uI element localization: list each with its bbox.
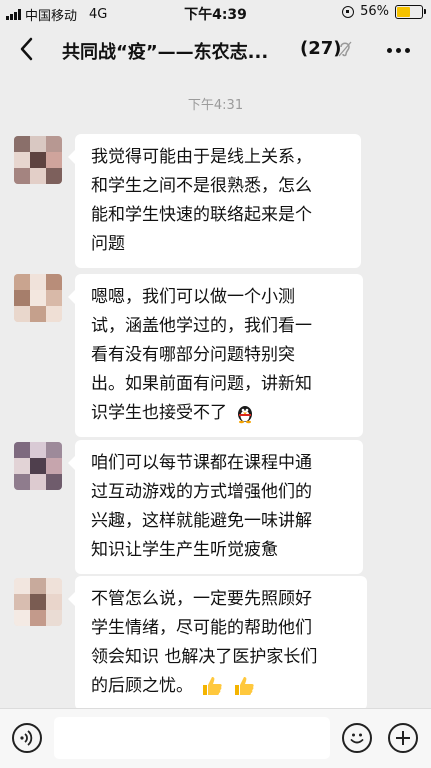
ear-mute-icon — [338, 41, 352, 57]
message-bubble[interactable]: 不管怎么说，一定要先照顾好 学生情绪，尽可能的帮助他们 领会知识 也解决了医护家… — [68, 576, 367, 710]
message-line: 领会知识 也解决了医护家长们 — [91, 647, 318, 667]
message-line: 嗯嗯，我们可以做一个小测 — [91, 287, 295, 307]
message-line: 学生情绪，尽可能的帮助他们 — [91, 618, 312, 638]
rotation-lock-icon — [342, 5, 355, 18]
message-line: 看有没有哪部分问题特别突 — [91, 345, 295, 365]
more-button[interactable] — [387, 38, 413, 62]
avatar[interactable] — [14, 442, 62, 490]
chat-title: 共同战“疫”——东农志... — [62, 42, 269, 63]
penguin-emoji — [238, 406, 253, 424]
chat-timestamp: 下午4:31 — [187, 98, 244, 113]
more-dots-icon — [387, 47, 392, 53]
chevron-left-icon — [20, 37, 33, 61]
back-button[interactable] — [14, 34, 40, 64]
message-line: 识学生也接受不了 — [91, 403, 227, 423]
plus-button[interactable] — [388, 723, 418, 753]
message-line-with-emoji: 的后顾之忧。 — [91, 672, 355, 701]
battery-percent: 56% — [360, 4, 389, 19]
chat-area[interactable]: 下午4:31 我觉得可能由于是线上关系， 和学生之间不是很熟悉，怎么 能和学生快… — [0, 72, 431, 710]
message-bubble[interactable]: 嗯嗯，我们可以做一个小测 试，涵盖他学过的，我们看一 看有没有哪部分问题特别突 … — [68, 274, 363, 437]
message-line: 的后顾之忧。 — [91, 676, 193, 696]
message-line: 能和学生快速的联络起来是个 — [91, 205, 312, 225]
plus-icon — [396, 731, 410, 745]
thumbs-up-emoji — [203, 677, 223, 695]
message-line: 兴趣，这样就能避免一味讲解 — [91, 511, 312, 531]
emoji-button[interactable] — [342, 723, 372, 753]
message-line: 过互动游戏的方式增强他们的 — [91, 482, 312, 502]
message-bubble[interactable]: 咱们可以每节课都在课程中通 过互动游戏的方式增强他们的 兴趣，这样就能避免一味讲… — [68, 440, 363, 574]
smiley-icon — [350, 733, 364, 744]
message-line: 我觉得可能由于是线上关系， — [91, 147, 312, 167]
battery-icon — [395, 4, 426, 19]
status-right: 56% — [342, 4, 426, 19]
status-bar: 中国移动 4G 下午4:39 56% — [0, 0, 431, 26]
battery-fill — [397, 6, 410, 17]
avatar[interactable] — [14, 274, 62, 322]
thumbs-up-emoji — [234, 677, 254, 695]
voice-icon — [20, 730, 33, 746]
message-line: 问题 — [91, 234, 125, 254]
message-input[interactable] — [54, 717, 330, 759]
avatar[interactable] — [14, 136, 62, 184]
message-line: 和学生之间不是很熟悉，怎么 — [91, 176, 312, 196]
voice-button[interactable] — [12, 723, 42, 753]
input-bar — [0, 708, 431, 768]
message-bubble[interactable]: 我觉得可能由于是线上关系， 和学生之间不是很熟悉，怎么 能和学生快速的联络起来是… — [68, 134, 361, 268]
member-count: (27) — [300, 38, 342, 59]
nav-bar: 共同战“疫”——东农志... (27) — [0, 26, 431, 72]
message-line-with-emoji: 识学生也接受不了 — [91, 399, 351, 428]
message-line: 咱们可以每节课都在课程中通 — [91, 453, 312, 473]
message-line: 知识让学生产生听觉疲惫 — [91, 540, 278, 560]
message-line: 不管怎么说，一定要先照顾好 — [91, 589, 312, 609]
message-line: 试，涵盖他学过的，我们看一 — [91, 316, 312, 336]
avatar[interactable] — [14, 578, 62, 626]
message-line: 出。如果前面有问题，讲新知 — [91, 374, 312, 394]
